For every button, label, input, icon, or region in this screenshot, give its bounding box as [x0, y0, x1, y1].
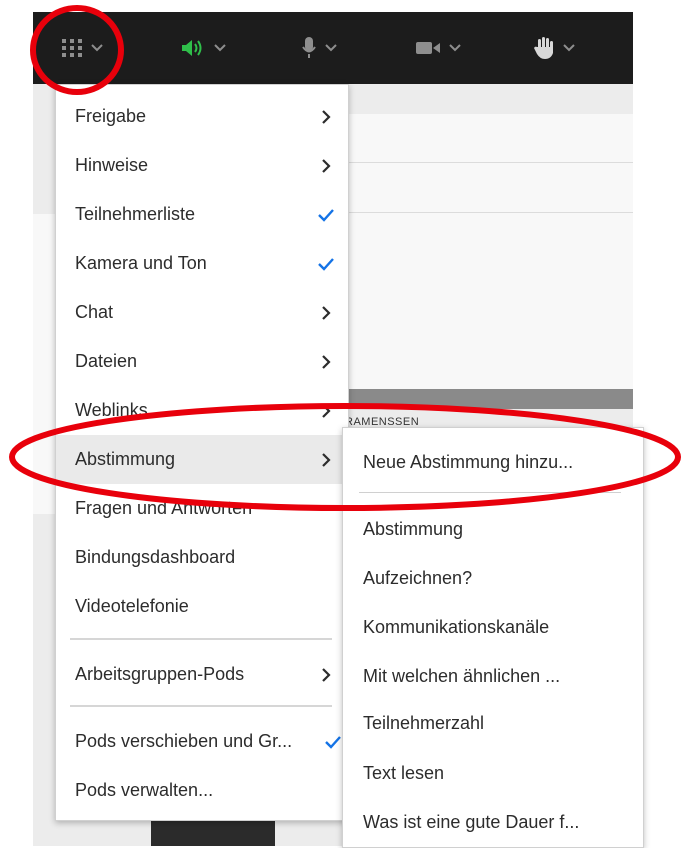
- pods-menu-button[interactable]: [61, 34, 105, 62]
- menu-item-label: Teilnehmerliste: [75, 204, 196, 224]
- speaker-button[interactable]: [180, 34, 228, 62]
- microphone-button[interactable]: [301, 34, 339, 62]
- raise-hand-button[interactable]: [533, 34, 577, 62]
- pods-menu: Freigabe Hinweise Teilnehmerliste Kamera…: [55, 84, 349, 821]
- menu-item-label: Weblinks: [75, 400, 148, 420]
- chevron-right-icon: [322, 667, 331, 682]
- abstimmung-submenu: Neue Abstimmung hinzu... Abstimmung Aufz…: [342, 427, 644, 848]
- menu-item-label: Arbeitsgruppen-Pods: [75, 664, 245, 684]
- submenu-item-label: Abstimmung: [363, 519, 464, 539]
- menu-item-kamera-und-ton[interactable]: Kamera und Ton: [56, 239, 348, 288]
- menu-item-abstimmung[interactable]: Abstimmung: [56, 435, 348, 484]
- menu-item-label: Videotelefonie: [75, 596, 189, 616]
- menu-item-dateien[interactable]: Dateien: [56, 337, 348, 386]
- chevron-down-icon: [449, 44, 461, 52]
- submenu-item-kommunikationskanaele[interactable]: Kommunikationskanäle: [343, 603, 643, 652]
- submenu-item-mit-welchen[interactable]: Mit welchen ähnlichen ...: [343, 652, 643, 701]
- menu-divider: [70, 638, 332, 640]
- menu-item-label: Freigabe: [75, 106, 147, 126]
- menu-item-label: Bindungsdashboard: [75, 547, 236, 567]
- menu-item-label: Fragen und Antworten: [75, 498, 253, 518]
- menu-item-label: Hinweise: [75, 155, 149, 175]
- camera-button[interactable]: [415, 34, 463, 62]
- pod-divider: [323, 212, 633, 213]
- menu-item-label: Chat: [75, 302, 114, 322]
- pod-divider: [323, 162, 633, 163]
- checkmark-icon: [318, 257, 334, 271]
- chevron-down-icon: [325, 44, 337, 52]
- left-pod: [33, 214, 55, 514]
- submenu-item-label: Teilnehmerzahl: [363, 713, 485, 733]
- submenu-item-abstimmung[interactable]: Abstimmung: [343, 505, 643, 554]
- chevron-right-icon: [322, 403, 331, 418]
- camera-icon: [416, 42, 440, 54]
- submenu-divider: [359, 492, 621, 493]
- menu-item-weblinks[interactable]: Weblinks: [56, 386, 348, 435]
- submenu-item-label: Aufzeichnen?: [363, 568, 473, 588]
- raise-hand-icon: [534, 37, 553, 59]
- meeting-toolbar: [33, 12, 633, 84]
- menu-item-arbeitsgruppen-pods[interactable]: Arbeitsgruppen-Pods: [56, 650, 348, 699]
- menu-item-fragen-und-antworten[interactable]: Fragen und Antworten: [56, 484, 348, 533]
- submenu-item-text-lesen[interactable]: Text lesen: [343, 749, 643, 798]
- submenu-item-neue-abstimmung[interactable]: Neue Abstimmung hinzu...: [343, 438, 643, 487]
- chevron-down-icon: [214, 44, 226, 52]
- chevron-right-icon: [322, 452, 331, 467]
- menu-item-pods-verschieben[interactable]: Pods verschieben und Gr...: [56, 717, 348, 766]
- chevron-right-icon: [322, 158, 331, 173]
- menu-item-label: Dateien: [75, 351, 138, 371]
- menu-item-label: Pods verwalten...: [75, 780, 214, 800]
- submenu-item-label: Mit welchen ähnlichen ...: [363, 666, 561, 686]
- microphone-icon: [302, 37, 316, 58]
- speaker-icon: [182, 40, 202, 56]
- submenu-item-label: Text lesen: [363, 763, 445, 783]
- chevron-down-icon: [91, 44, 103, 52]
- menu-item-videotelefonie[interactable]: Videotelefonie: [56, 582, 348, 631]
- pod-header-strip: [323, 389, 633, 409]
- menu-item-hinweise[interactable]: Hinweise: [56, 141, 348, 190]
- chevron-right-icon: [322, 354, 331, 369]
- content-pod: [323, 114, 633, 389]
- menu-item-freigabe[interactable]: Freigabe: [56, 92, 348, 141]
- menu-item-pods-verwalten[interactable]: Pods verwalten...: [56, 766, 348, 815]
- submenu-item-teilnehmerzahl[interactable]: Teilnehmerzahl: [343, 699, 643, 748]
- checkmark-icon: [318, 208, 334, 222]
- grid-menu-icon: [62, 39, 82, 57]
- checkmark-icon: [325, 735, 341, 749]
- menu-item-bindungsdashboard[interactable]: Bindungsdashboard: [56, 533, 348, 582]
- submenu-item-label: Kommunikationskanäle: [363, 617, 550, 637]
- menu-item-label: Abstimmung: [75, 449, 176, 469]
- menu-item-label: Pods verschieben und Gr...: [75, 731, 293, 751]
- chevron-down-icon: [563, 44, 575, 52]
- chevron-right-icon: [322, 305, 331, 320]
- menu-item-label: Kamera und Ton: [75, 253, 207, 273]
- submenu-item-label: Was ist eine gute Dauer f...: [363, 812, 580, 832]
- menu-divider: [70, 705, 332, 707]
- submenu-item-gute-dauer[interactable]: Was ist eine gute Dauer f...: [343, 798, 643, 847]
- submenu-item-aufzeichnen[interactable]: Aufzeichnen?: [343, 554, 643, 603]
- menu-item-chat[interactable]: Chat: [56, 288, 348, 337]
- menu-item-teilnehmerliste[interactable]: Teilnehmerliste: [56, 190, 348, 239]
- submenu-item-label: Neue Abstimmung hinzu...: [363, 452, 574, 472]
- chevron-right-icon: [322, 109, 331, 124]
